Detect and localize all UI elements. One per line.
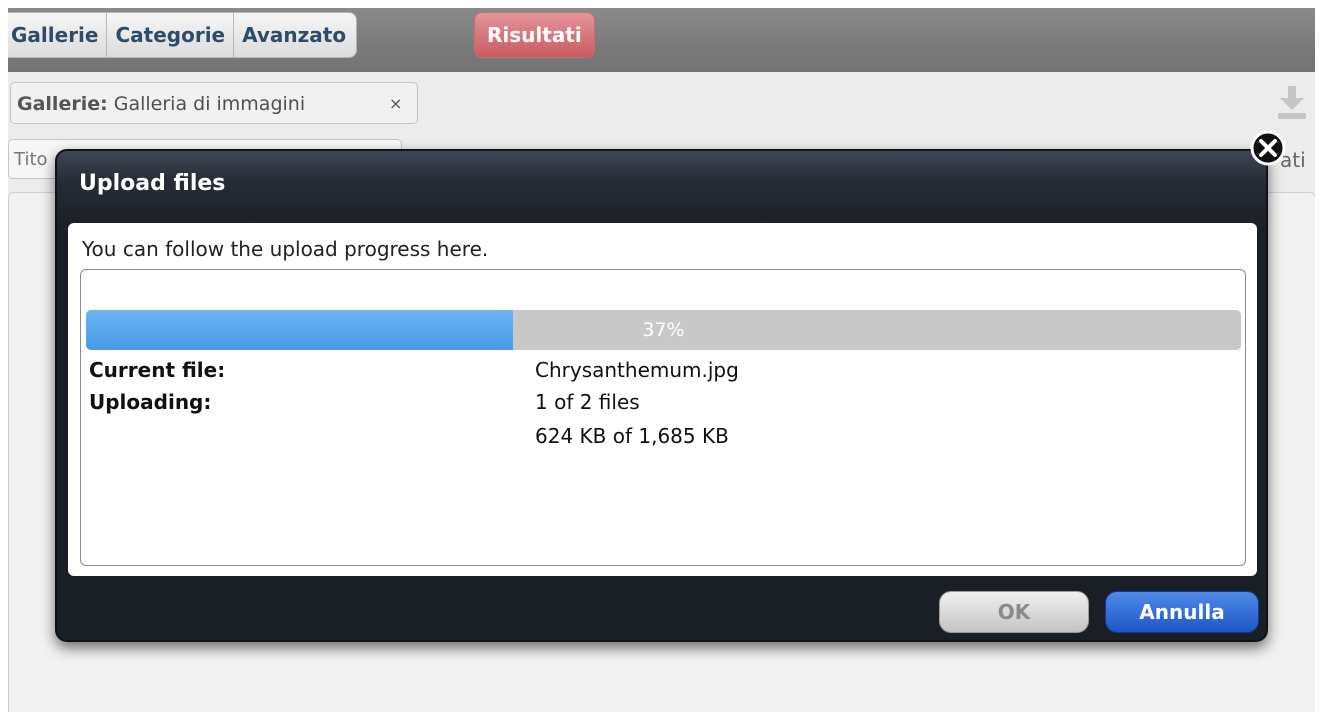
current-file-value: Chrysanthemum.jpg	[535, 358, 739, 382]
tab-gallerie[interactable]: Gallerie	[8, 13, 108, 57]
filter-tabs: Gallerie Categorie Avanzato	[8, 12, 358, 58]
top-toolbar: Gallerie Categorie Avanzato Risultati	[8, 8, 1315, 72]
filter-chip-value: Galleria di immagini	[113, 93, 306, 115]
uploading-count: 1 of 2 files	[535, 390, 640, 414]
uploading-size: 624 KB of 1,685 KB	[535, 424, 729, 448]
active-filter-chip: Gallerie: Galleria di immagini ×	[10, 82, 418, 124]
tab-avanzato[interactable]: Avanzato	[234, 13, 356, 57]
uploading-label: Uploading:	[89, 390, 212, 414]
dialog-body: You can follow the upload progress here.…	[68, 223, 1257, 576]
close-icon[interactable]	[1250, 130, 1286, 166]
dialog-title: Upload files	[79, 171, 226, 196]
filter-chip-label: Gallerie:	[17, 93, 108, 115]
tab-risultati[interactable]: Risultati	[474, 12, 595, 58]
download-icon[interactable]	[1276, 86, 1308, 122]
progress-percent-label: 37%	[642, 319, 685, 341]
current-file-label: Current file:	[89, 358, 226, 382]
upload-dialog: Upload files You can follow the upload p…	[55, 149, 1268, 642]
dialog-intro-text: You can follow the upload progress here.	[82, 237, 489, 261]
ok-button[interactable]: OK	[939, 591, 1089, 633]
upload-progress-bar: 37%	[86, 310, 1241, 350]
remove-filter-icon[interactable]: ×	[389, 83, 402, 125]
cancel-button[interactable]: Annulla	[1105, 591, 1259, 633]
upload-progress-box: 37% Current file: Chrysanthemum.jpg Uplo…	[80, 269, 1246, 566]
tab-categorie[interactable]: Categorie	[107, 13, 235, 57]
